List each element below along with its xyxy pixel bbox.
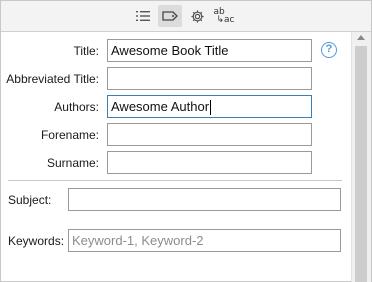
ab-ac-icon: ab ↳ac — [213, 8, 235, 25]
abbreviated-title-field[interactable] — [107, 67, 312, 90]
ac-text: ↳ac — [216, 15, 235, 25]
keywords-placeholder: Keyword-1, Keyword-2 — [72, 233, 204, 248]
keywords-label: Keywords: — [8, 234, 65, 248]
scroll-up-arrow-icon[interactable] — [357, 35, 365, 40]
abbreviated-title-label: Abbreviated Title: — [6, 72, 99, 86]
surname-field[interactable] — [107, 151, 312, 174]
toolbar: ab ↳ac — [1, 1, 371, 32]
help-glyph: ? — [325, 43, 333, 55]
title-field[interactable]: Awesome Book Title — [107, 39, 312, 62]
authors-label: Authors: — [54, 100, 99, 114]
title-label: Title: — [73, 44, 99, 58]
section-divider — [8, 180, 342, 181]
forename-label: Forename: — [40, 128, 99, 142]
subject-field[interactable] — [68, 188, 341, 211]
tag-icon — [162, 10, 178, 22]
forename-field[interactable] — [107, 123, 312, 146]
keywords-field[interactable]: Keyword-1, Keyword-2 — [68, 229, 341, 252]
title-value: Awesome Book Title — [111, 43, 229, 58]
metadata-panel: ab ↳ac Title: Awesome Book Title ? Abbre… — [0, 0, 372, 282]
authors-field[interactable]: Awesome Author — [107, 95, 312, 118]
text-caret — [210, 100, 212, 116]
settings-button[interactable] — [185, 5, 209, 27]
list-button[interactable] — [131, 5, 155, 27]
surname-label: Surname: — [46, 156, 99, 170]
ac-text-label: ac — [224, 15, 235, 25]
authors-value: Awesome Author — [111, 99, 210, 114]
subject-label: Subject: — [8, 193, 52, 207]
gear-icon — [190, 9, 205, 24]
scrollbar-thumb[interactable] — [355, 46, 367, 282]
abbreviate-button[interactable]: ab ↳ac — [211, 5, 237, 27]
help-icon[interactable]: ? — [321, 42, 337, 58]
tag-button[interactable] — [158, 5, 182, 27]
list-icon — [136, 10, 150, 22]
vertical-scrollbar[interactable] — [351, 32, 371, 282]
